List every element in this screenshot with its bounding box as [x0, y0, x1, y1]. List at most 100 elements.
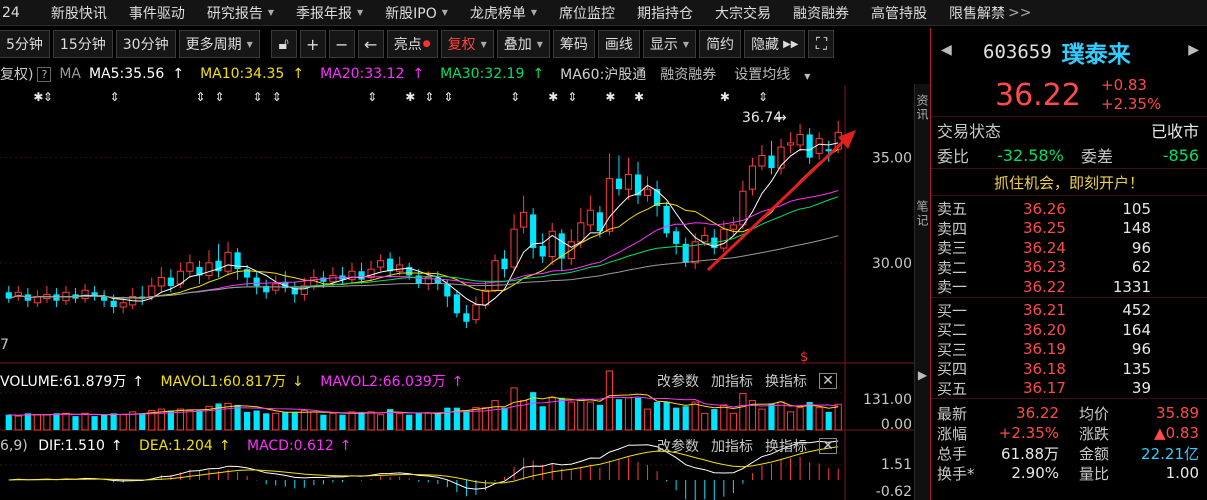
vol-huanzhibiao-button[interactable]: 换指标	[765, 371, 807, 391]
volume-bar-down	[444, 407, 451, 430]
more-icon[interactable]: >>	[1008, 5, 1031, 21]
prev-stock-icon[interactable]: ◀	[941, 42, 952, 58]
ma60-value[interactable]: MA60:沪股通	[560, 64, 646, 84]
vol-gaicanshu-button[interactable]: 改参数	[657, 371, 699, 391]
more-period-button[interactable]: 更多周期 ▼	[178, 30, 260, 58]
macd-huanzhibiao-button[interactable]: 换指标	[765, 436, 807, 456]
menu-item-xingu-ipo[interactable]: 新股IPO ▼	[374, 0, 459, 25]
side-tab-bi[interactable]: 笔	[914, 200, 931, 212]
menu-item-gaoguan-chigu[interactable]: 高管持股	[860, 0, 938, 25]
candle-body-down	[453, 294, 460, 314]
chouma-button[interactable]: 筹码	[552, 30, 595, 58]
bid-price: 36.17	[1023, 379, 1066, 398]
weicha-value: -856	[1162, 145, 1199, 165]
stat-label: 均价	[1079, 404, 1110, 423]
zoom-out-button[interactable]: −	[328, 30, 355, 58]
rzrq-link[interactable]: 融资融券	[660, 64, 716, 84]
menu-item-longhu-bangdan[interactable]: 龙虎榜单 ▼	[459, 0, 548, 25]
huaxian-button[interactable]: 画线	[597, 30, 640, 58]
jianyue-button[interactable]: 简约	[699, 30, 742, 58]
volume-bar-down	[110, 413, 117, 430]
close-icon[interactable]: ✕	[819, 438, 837, 454]
volume-bar-down	[673, 407, 680, 430]
arrow-down-icon: ↓	[292, 374, 304, 390]
menu-item-dazong-jiaoyi[interactable]: 大宗交易	[704, 0, 782, 25]
candle-body-up	[205, 262, 213, 276]
back-button[interactable]: ←	[357, 30, 384, 58]
lock-button[interactable]: 🔓︎	[270, 30, 297, 58]
candle-body-up	[577, 222, 585, 243]
volume-bar-up	[310, 411, 318, 431]
volume-bar-down	[358, 411, 365, 430]
stat-value: 61.88万	[1001, 444, 1059, 463]
xianshi-button[interactable]: 显示 ▼	[642, 30, 697, 58]
event-marker-icon: ⇕	[510, 90, 520, 104]
side-tab-zi[interactable]: 资	[914, 94, 931, 106]
event-marker-icon: ⇕	[110, 90, 120, 104]
high-arrow-icon: →	[775, 110, 787, 126]
menu-item-xiwei-jiankong[interactable]: 席位监控	[548, 0, 626, 25]
menu-item-xingu-kuaixun[interactable]: 新股快讯	[40, 0, 118, 25]
menu-item-jibao-nianbao[interactable]: 季报年报 ▼	[285, 0, 374, 25]
side-tab-xun[interactable]: 讯	[914, 108, 931, 120]
volume-bar-down	[320, 414, 327, 430]
set-ma-link[interactable]: 设置均线 ▼	[734, 64, 818, 84]
menu-item-date: 24	[2, 4, 20, 21]
next-stock-icon[interactable]: ▶	[1188, 42, 1199, 58]
zoom-in-button[interactable]: +	[299, 30, 326, 58]
vol-jiazhibiao-button[interactable]: 加指标	[711, 371, 753, 391]
bid-row[interactable]: 买一 36.21 452	[931, 301, 1207, 321]
menu-item-yanjiu-baogao[interactable]: 研究报告 ▼	[196, 0, 285, 25]
yincang-button[interactable]: 隐藏 ▶▶	[744, 30, 806, 58]
bid-row[interactable]: 买二 36.20 164	[931, 320, 1207, 340]
stock-code: 603659	[983, 41, 1052, 63]
ask-row[interactable]: 卖五 36.26 105	[931, 199, 1207, 219]
notification-dot-icon: ●	[422, 39, 431, 49]
menu-label: 新股IPO	[385, 5, 437, 22]
macd-gaicanshu-button[interactable]: 改参数	[657, 436, 699, 456]
menu-item-qizhi-chicang[interactable]: 期指持仓	[626, 0, 704, 25]
side-tab-ji[interactable]: 记	[914, 214, 931, 226]
arrow-up-icon: ↑	[412, 66, 425, 82]
stat-label: 总手	[937, 444, 968, 463]
menu-item-xianshou-jiejin[interactable]: 限售解禁 >>	[938, 0, 1042, 25]
candle-body-up	[586, 209, 594, 226]
stat-value: ▲0.83	[1154, 424, 1199, 442]
menu-item-shijian-qudong[interactable]: 事件驱动	[118, 0, 196, 25]
candle-body-down	[825, 149, 832, 152]
liangdian-button[interactable]: 亮点 ●	[386, 30, 438, 58]
ma30-value: MA30:32.19 ↑	[440, 66, 552, 82]
ask-row[interactable]: 卖一 36.22 1331	[931, 277, 1207, 297]
period-15min-button[interactable]: 15分钟	[52, 30, 113, 58]
bid-row[interactable]: 买四 36.18 135	[931, 359, 1207, 379]
bid-volume: 135	[1122, 359, 1151, 378]
ask-row[interactable]: 卖四 36.25 148	[931, 219, 1207, 239]
fullscreen-button[interactable]: ⛶	[808, 30, 835, 58]
ask-row[interactable]: 卖二 36.23 62	[931, 258, 1207, 278]
menu-item-rongzi-rongquan[interactable]: 融资融券	[782, 0, 860, 25]
candle-body-up	[624, 173, 633, 190]
event-marker-icon: ⇕	[253, 90, 263, 104]
period-30min-button[interactable]: 30分钟	[115, 30, 176, 58]
bid-row[interactable]: 买三 36.19 96	[931, 340, 1207, 360]
event-marker-icon: ⇕	[215, 90, 225, 104]
volume-value: VOLUME:61.879万 ↑	[0, 374, 150, 390]
candle-body-up	[748, 165, 757, 190]
ask-row[interactable]: 卖三 36.24 96	[931, 238, 1207, 258]
expand-icon[interactable]: ▶	[918, 368, 927, 382]
macd-tick-label: 1.51	[881, 457, 912, 473]
fuquan-button[interactable]: 复权 ▼	[440, 30, 494, 58]
ask-volume: 105	[1122, 199, 1151, 218]
bid-price: 36.18	[1023, 359, 1066, 378]
period-5min-button[interactable]: 5分钟	[0, 30, 50, 58]
button-label: 简约	[706, 37, 735, 53]
bid-row[interactable]: 买五 36.17 39	[931, 379, 1207, 399]
promo-banner[interactable]: 抓住机会，即刻开户！	[931, 168, 1207, 196]
stat-label: 量比	[1079, 464, 1110, 483]
close-icon[interactable]: ✕	[819, 373, 837, 389]
help-icon[interactable]: ?	[37, 66, 52, 82]
diejia-button[interactable]: 叠加 ▼	[496, 30, 550, 58]
candle-body-down	[501, 258, 508, 270]
macd-jiazhibiao-button[interactable]: 加指标	[711, 436, 753, 456]
volume-bar-up	[786, 411, 795, 431]
